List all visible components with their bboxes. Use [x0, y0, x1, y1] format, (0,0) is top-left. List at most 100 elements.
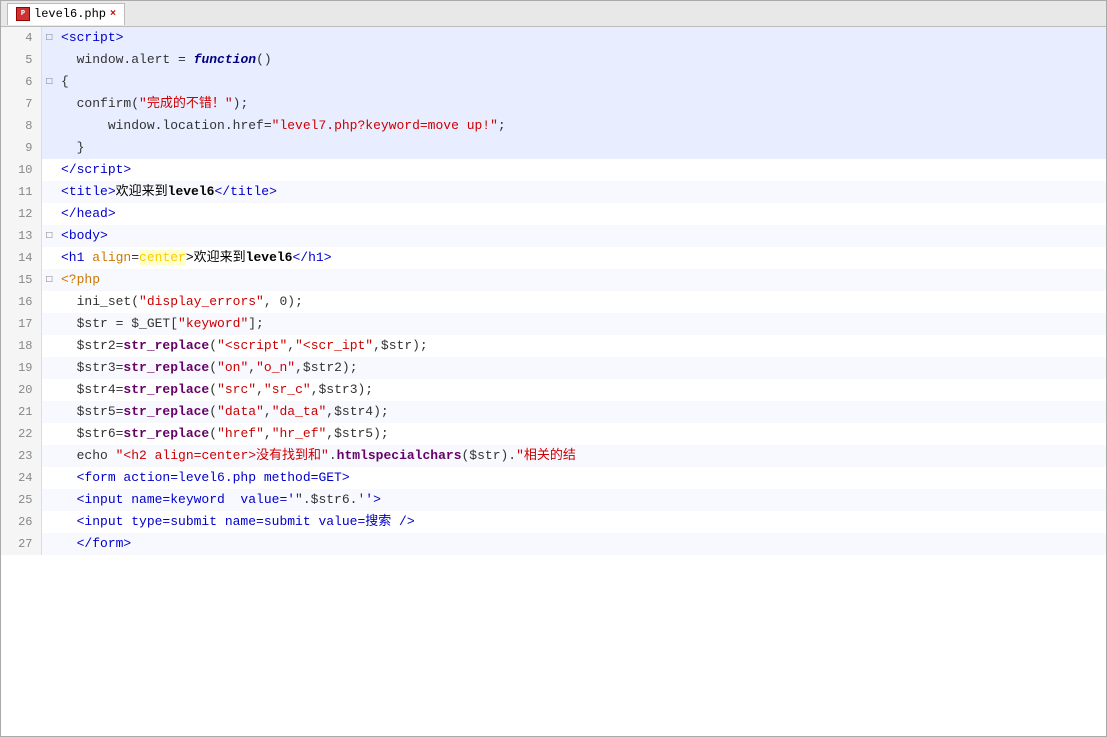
fold-icon — [41, 357, 57, 379]
code-line: <?php — [57, 269, 1106, 291]
code-line: </script> — [57, 159, 1106, 181]
line-number: 26 — [1, 511, 41, 533]
code-token: . — [329, 448, 337, 463]
fold-icon — [41, 533, 57, 555]
code-token: function — [194, 52, 256, 67]
table-row: 13□<body> — [1, 225, 1106, 247]
fold-icon — [41, 313, 57, 335]
code-token: str_replace — [123, 404, 209, 419]
fold-icon — [41, 291, 57, 313]
code-line: $str2=str_replace("<script","<scr_ipt",$… — [57, 335, 1106, 357]
table-row: 18 $str2=str_replace("<script","<scr_ipt… — [1, 335, 1106, 357]
code-token: "da_ta" — [272, 404, 327, 419]
code-token: "<h2 align=center>没有找到和" — [116, 448, 329, 463]
code-token: ( — [209, 426, 217, 441]
code-token: , — [256, 382, 264, 397]
table-row: 26 <input type=submit name=submit value=… — [1, 511, 1106, 533]
code-token: ( — [209, 338, 217, 353]
code-token: body — [69, 228, 100, 243]
table-row: 10</script> — [1, 159, 1106, 181]
line-number: 27 — [1, 533, 41, 555]
code-token: = — [131, 250, 139, 265]
code-token: ); — [233, 96, 249, 111]
fold-icon[interactable]: □ — [41, 225, 57, 247]
code-editor[interactable]: 4□<script>5 window.alert = function()6□{… — [1, 27, 1106, 736]
code-token: ; — [498, 118, 506, 133]
code-line: { — [57, 71, 1106, 93]
table-row: 23 echo "<h2 align=center>没有找到和".htmlspe… — [1, 445, 1106, 467]
code-token: head — [77, 206, 108, 221]
table-row: 20 $str4=str_replace("src","sr_c",$str3)… — [1, 379, 1106, 401]
fold-icon — [41, 137, 57, 159]
line-number: 16 — [1, 291, 41, 313]
code-token: ,$str4); — [326, 404, 388, 419]
code-line: $str5=str_replace("data","da_ta",$str4); — [57, 401, 1106, 423]
table-row: 12</head> — [1, 203, 1106, 225]
table-row: 9 } — [1, 137, 1106, 159]
line-number: 24 — [1, 467, 41, 489]
fold-icon[interactable]: □ — [41, 27, 57, 49]
code-token: str_replace — [123, 426, 209, 441]
fold-icon — [41, 115, 57, 137]
table-row: 8 window.location.href="level7.php?keywo… — [1, 115, 1106, 137]
code-token: > — [123, 162, 131, 177]
code-line: <form action=level6.php method=GET> — [57, 467, 1106, 489]
code-token: "o_n" — [256, 360, 295, 375]
code-token: < — [61, 162, 69, 177]
code-token: <h1 — [61, 250, 92, 265]
code-token: "相关的结 — [516, 448, 576, 463]
code-token: ,$str); — [373, 338, 428, 353]
fold-icon — [41, 379, 57, 401]
code-token: "on" — [217, 360, 248, 375]
code-token: "sr_c" — [264, 382, 311, 397]
code-token: < — [61, 184, 69, 199]
line-number: 17 — [1, 313, 41, 335]
code-token: ".$str6.' — [295, 492, 365, 507]
code-token: window.location.href= — [92, 118, 271, 133]
code-token: <form action=level6.php method=GET> — [77, 470, 350, 485]
code-token: 欢迎来到 — [116, 184, 168, 199]
line-number: 14 — [1, 247, 41, 269]
code-token: $str5= — [77, 404, 124, 419]
code-line: $str = $_GET["keyword"]; — [57, 313, 1106, 335]
fold-icon — [41, 467, 57, 489]
table-row: 11<title>欢迎来到level6</title> — [1, 181, 1106, 203]
code-token: level6 — [246, 250, 293, 265]
title-bar: P level6.php × — [1, 1, 1106, 27]
fold-icon — [41, 49, 57, 71]
code-token: ,$str3); — [311, 382, 373, 397]
code-token: ( — [209, 404, 217, 419]
fold-icon[interactable]: □ — [41, 71, 57, 93]
code-token: ($str). — [462, 448, 517, 463]
line-number: 11 — [1, 181, 41, 203]
fold-icon — [41, 445, 57, 467]
code-line: echo "<h2 align=center>没有找到和".htmlspecia… — [57, 445, 1106, 467]
code-token: $str = $_GET[ — [77, 316, 178, 331]
code-token: "<scr_ipt" — [295, 338, 373, 353]
code-line: window.alert = function() — [57, 49, 1106, 71]
line-number: 7 — [1, 93, 41, 115]
code-token: script — [69, 30, 116, 45]
code-token: , — [287, 338, 295, 353]
fold-icon — [41, 203, 57, 225]
code-token: "level7.php?keyword=move up!" — [272, 118, 498, 133]
line-number: 15 — [1, 269, 41, 291]
code-token: <input name=keyword value=' — [77, 492, 295, 507]
code-line: <script> — [57, 27, 1106, 49]
file-tab[interactable]: P level6.php × — [7, 3, 125, 25]
code-token: ( — [209, 360, 217, 375]
code-token: "display_errors" — [139, 294, 264, 309]
code-token: { — [61, 74, 69, 89]
fold-icon[interactable]: □ — [41, 269, 57, 291]
code-token: "data" — [217, 404, 264, 419]
code-token: > — [116, 30, 124, 45]
line-number: 22 — [1, 423, 41, 445]
code-token: > — [269, 184, 277, 199]
code-token: echo — [77, 448, 116, 463]
line-number: 9 — [1, 137, 41, 159]
tab-close-button[interactable]: × — [110, 9, 116, 20]
code-line: ini_set("display_errors", 0); — [57, 291, 1106, 313]
fold-icon — [41, 423, 57, 445]
code-token: </ — [214, 184, 230, 199]
fold-icon — [41, 511, 57, 533]
